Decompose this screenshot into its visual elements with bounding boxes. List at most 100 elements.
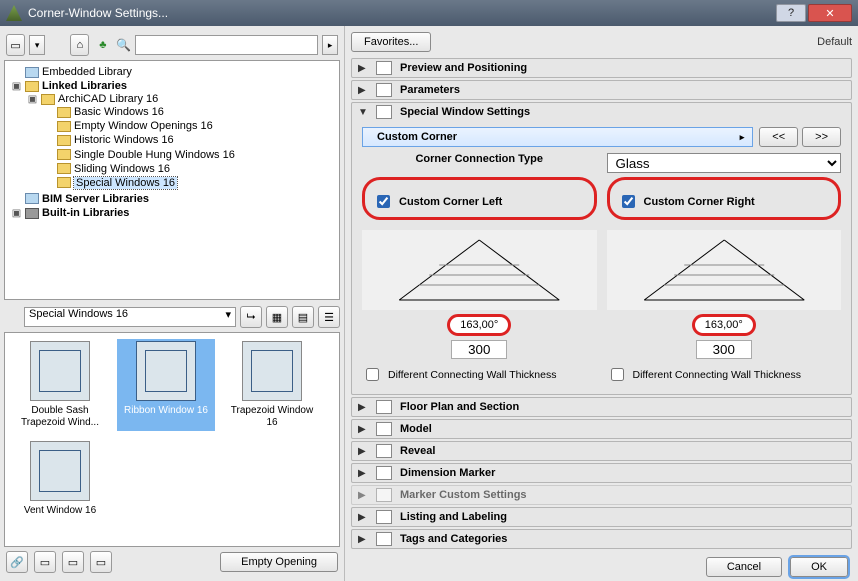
tree-sliding[interactable]: Sliding Windows 16 bbox=[74, 163, 170, 175]
close-button[interactable]: ✕ bbox=[808, 4, 852, 22]
section-floor-plan[interactable]: ▶Floor Plan and Section bbox=[351, 397, 852, 417]
search-dropdown[interactable]: ▸ bbox=[322, 35, 338, 55]
view-small-icon[interactable]: ▤ bbox=[292, 306, 314, 328]
angle-right-value[interactable]: 163,00° bbox=[692, 314, 756, 336]
section-marker-custom: ▶Marker Custom Settings bbox=[351, 485, 852, 505]
thick-right-check[interactable]: Different Connecting Wall Thickness bbox=[607, 365, 842, 384]
help-button[interactable]: ? bbox=[776, 4, 806, 22]
tree-single[interactable]: Single Double Hung Windows 16 bbox=[74, 149, 235, 161]
thumb-ribbon-window[interactable]: Ribbon Window 16 bbox=[117, 339, 215, 431]
ok-button[interactable]: OK bbox=[790, 557, 848, 577]
library-toolbar: ▭ ▾ ⌂ ♣ 🔍 ▸ bbox=[4, 30, 340, 60]
section-model[interactable]: ▶Model bbox=[351, 419, 852, 439]
chk-right-input[interactable] bbox=[622, 195, 635, 208]
section-title: Model bbox=[400, 423, 432, 435]
thick-left-input[interactable] bbox=[366, 368, 379, 381]
section-reveal[interactable]: ▶Reveal bbox=[351, 441, 852, 461]
folder-tree-icon[interactable]: ⌂ bbox=[70, 34, 89, 56]
thumb-caption: Ribbon Window 16 bbox=[119, 405, 213, 417]
thick-right-input[interactable] bbox=[611, 368, 624, 381]
section-special-header[interactable]: ▼Special Window Settings bbox=[352, 103, 851, 121]
tags-icon bbox=[376, 532, 392, 546]
tree-basic[interactable]: Basic Windows 16 bbox=[74, 106, 164, 118]
thick-left-check[interactable]: Different Connecting Wall Thickness bbox=[362, 365, 597, 384]
custom-corner-left-check[interactable]: Custom Corner Left bbox=[373, 192, 586, 211]
thumb-vent[interactable]: Vent Window 16 bbox=[11, 439, 109, 519]
angle-left-value[interactable]: 163,00° bbox=[447, 314, 511, 336]
favorites-button[interactable]: Favorites... bbox=[351, 32, 431, 52]
section-parameters[interactable]: ▶Parameters bbox=[351, 80, 852, 100]
next-button[interactable]: >> bbox=[802, 127, 841, 147]
width-left-field[interactable] bbox=[451, 340, 507, 359]
view-dropdown[interactable]: ▾ bbox=[29, 35, 45, 55]
dim-icon bbox=[376, 466, 392, 480]
link-icon[interactable]: 🔗 bbox=[6, 551, 28, 573]
folder-icon bbox=[57, 163, 71, 174]
folder-icon bbox=[57, 135, 71, 146]
section-title: Reveal bbox=[400, 445, 435, 457]
section-title: Special Window Settings bbox=[400, 106, 530, 118]
folder-bar: Special Windows 16 ▾ ⮡ ▦ ▤ ☰ bbox=[4, 306, 340, 328]
tree-builtin[interactable]: Built-in Libraries bbox=[42, 207, 129, 219]
thumbnail-grid[interactable]: Double Sash Trapezoid Wind... Ribbon Win… bbox=[4, 332, 340, 547]
view-large-icon[interactable]: ▦ bbox=[266, 306, 288, 328]
thumb-caption: Trapezoid Window 16 bbox=[225, 405, 319, 429]
section-title: Listing and Labeling bbox=[400, 511, 507, 523]
current-folder-label: Special Windows 16 bbox=[29, 308, 128, 320]
search-input[interactable] bbox=[135, 35, 318, 55]
view-list-icon[interactable]: ☰ bbox=[318, 306, 340, 328]
section-title: Floor Plan and Section bbox=[400, 401, 519, 413]
tree-bim[interactable]: BIM Server Libraries bbox=[42, 193, 149, 205]
prev-button[interactable]: << bbox=[759, 127, 798, 147]
custom-corner-right-check[interactable]: Custom Corner Right bbox=[618, 192, 831, 211]
library-tree[interactable]: Embedded Library ▣Linked Libraries ▣Arch… bbox=[4, 60, 340, 300]
width-right-field[interactable] bbox=[696, 340, 752, 359]
tree-embedded[interactable]: Embedded Library bbox=[42, 66, 132, 78]
section-preview[interactable]: ▶Preview and Positioning bbox=[351, 58, 852, 78]
titlebar: Corner-Window Settings... ? ✕ bbox=[0, 0, 858, 26]
tool2-icon[interactable]: ▭ bbox=[62, 551, 84, 573]
subtype-icon[interactable]: ♣ bbox=[93, 34, 112, 56]
thumb-trapezoid[interactable]: Trapezoid Window 16 bbox=[223, 339, 321, 431]
bottom-left-toolbar: 🔗 ▭ ▭ ▭ Empty Opening bbox=[4, 547, 340, 577]
floor-icon bbox=[376, 400, 392, 414]
tree-special[interactable]: Special Windows 16 bbox=[74, 177, 177, 189]
up-folder-icon[interactable]: ⮡ bbox=[240, 306, 262, 328]
tree-archicad[interactable]: ArchiCAD Library 16 bbox=[58, 93, 158, 105]
folder-icon bbox=[57, 149, 71, 160]
chk-left-label: Custom Corner Left bbox=[399, 196, 502, 208]
folder-icon bbox=[57, 121, 71, 132]
chk-left-input[interactable] bbox=[377, 195, 390, 208]
left-panel: ▭ ▾ ⌂ ♣ 🔍 ▸ Embedded Library ▣Linked Lib… bbox=[0, 26, 345, 581]
custom-corner-tab[interactable]: Custom Corner ▸ bbox=[362, 127, 753, 147]
cancel-button[interactable]: Cancel bbox=[706, 557, 782, 577]
tree-empty[interactable]: Empty Window Openings 16 bbox=[74, 120, 213, 132]
section-listing[interactable]: ▶Listing and Labeling bbox=[351, 507, 852, 527]
server-icon bbox=[25, 193, 39, 204]
folder-icon bbox=[25, 81, 39, 92]
current-folder-combo[interactable]: Special Windows 16 ▾ bbox=[24, 307, 236, 327]
empty-opening-button[interactable]: Empty Opening bbox=[220, 552, 338, 572]
default-label: Default bbox=[817, 36, 852, 48]
section-tags[interactable]: ▶Tags and Categories bbox=[351, 529, 852, 549]
search-icon[interactable]: 🔍 bbox=[116, 38, 131, 52]
corner-diagram-right bbox=[607, 230, 842, 310]
section-title: Preview and Positioning bbox=[400, 62, 527, 74]
drive-icon bbox=[25, 208, 39, 219]
marker-icon bbox=[376, 488, 392, 502]
tool3-icon[interactable]: ▭ bbox=[90, 551, 112, 573]
params-icon bbox=[376, 83, 392, 97]
custom-corner-right-box: Custom Corner Right bbox=[607, 177, 842, 220]
plan-view-icon[interactable]: ▭ bbox=[6, 34, 25, 56]
folder-icon bbox=[57, 177, 71, 188]
thumb-caption: Double Sash Trapezoid Wind... bbox=[13, 405, 107, 429]
section-dimension-marker[interactable]: ▶Dimension Marker bbox=[351, 463, 852, 483]
tree-linked[interactable]: Linked Libraries bbox=[42, 80, 127, 92]
tool1-icon[interactable]: ▭ bbox=[34, 551, 56, 573]
thumb-double-sash[interactable]: Double Sash Trapezoid Wind... bbox=[11, 339, 109, 431]
preview-icon bbox=[376, 61, 392, 75]
chk-right-label: Custom Corner Right bbox=[644, 196, 755, 208]
glass-select[interactable]: Glass bbox=[607, 153, 842, 173]
subheader-label: Custom Corner bbox=[377, 131, 457, 143]
tree-historic[interactable]: Historic Windows 16 bbox=[74, 135, 174, 147]
